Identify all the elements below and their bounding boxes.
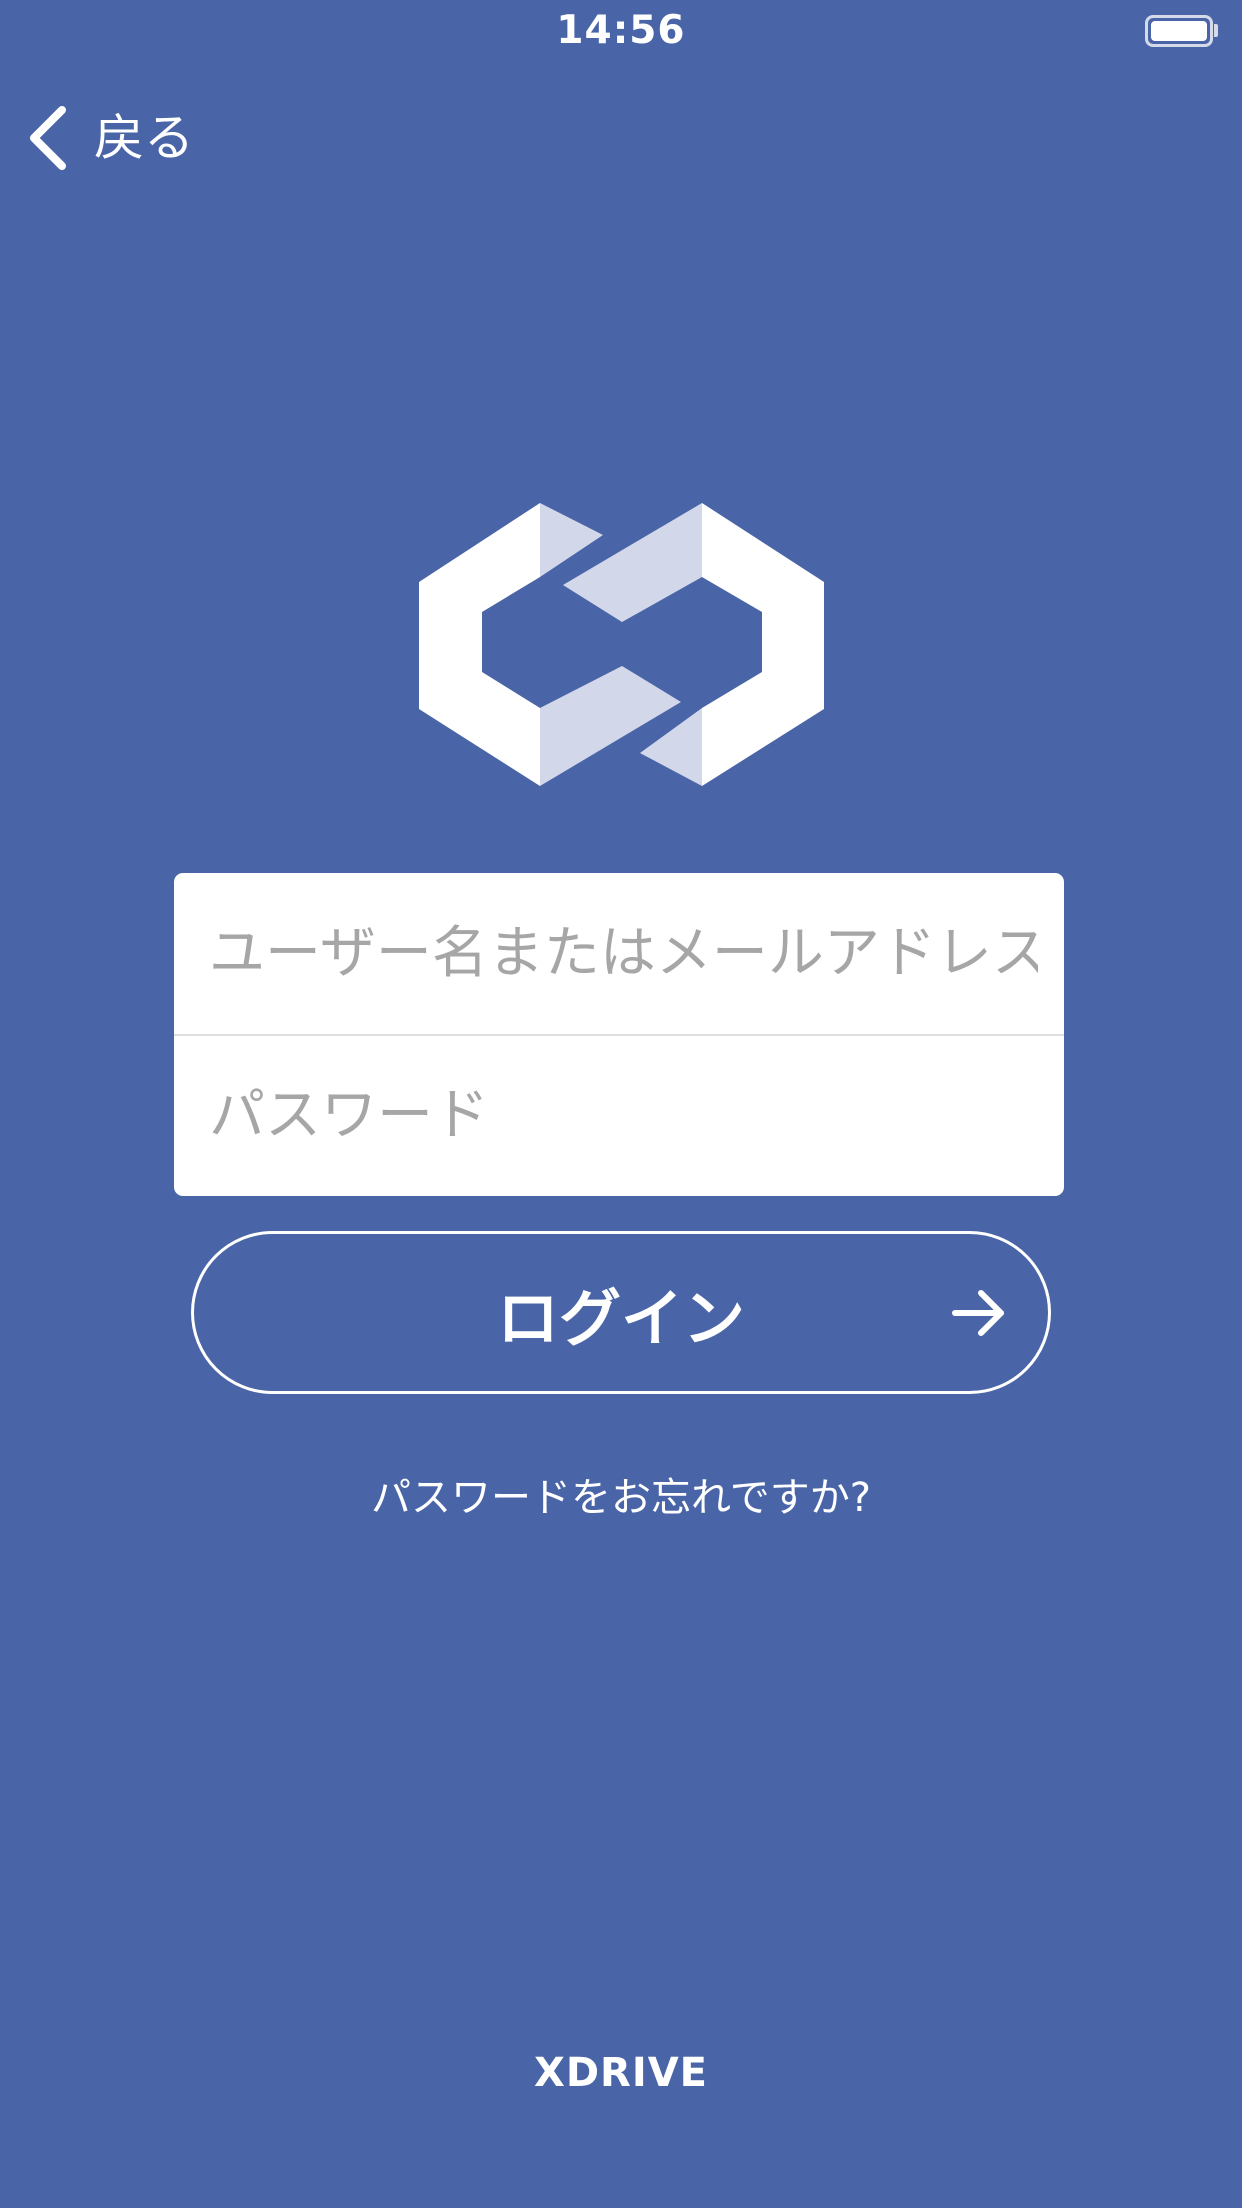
forgot-password-link[interactable]: パスワードをお忘れですか? xyxy=(0,1465,1242,1523)
logo-right-bracket xyxy=(702,503,824,786)
password-field-container xyxy=(174,1035,1064,1196)
login-button[interactable]: ログイン xyxy=(191,1231,1051,1394)
back-label: 戻る xyxy=(94,109,194,167)
password-input[interactable] xyxy=(209,1083,1038,1148)
battery-icon xyxy=(1145,15,1213,47)
login-form xyxy=(174,873,1064,1196)
arrow-right-icon xyxy=(952,1290,1004,1336)
brand-footer: XDRIVE xyxy=(533,2050,708,2096)
battery-level xyxy=(1151,21,1207,41)
battery-tip xyxy=(1214,24,1218,37)
username-field-container xyxy=(174,873,1064,1034)
login-label: ログイン xyxy=(496,1281,745,1355)
username-input[interactable] xyxy=(209,921,1038,986)
logo-left-top-facet xyxy=(540,503,603,577)
status-time: 14:56 xyxy=(556,8,686,53)
logo-left-bracket xyxy=(419,503,540,786)
logo-right-top-facet xyxy=(563,503,702,622)
status-bar: 14:56 xyxy=(0,0,1242,66)
logo-left-bottom-facet xyxy=(540,666,681,786)
xdrive-logo xyxy=(419,503,824,786)
back-button[interactable]: 戻る xyxy=(26,102,194,174)
chevron-left-icon xyxy=(30,106,66,170)
